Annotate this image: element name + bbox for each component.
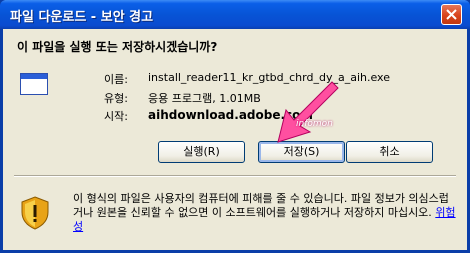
- pointer-arrow-icon: [277, 81, 339, 143]
- file-type-label: 유형:: [104, 92, 128, 105]
- file-name-value: install_reader11_kr_gtbd_chrd_dy_a_aih.e…: [148, 71, 390, 84]
- watermark: infomon: [296, 119, 333, 129]
- close-button[interactable]: [441, 4, 462, 25]
- file-name-label: 이름:: [104, 73, 128, 86]
- title-bar[interactable]: 파일 다운로드 - 보안 경고: [0, 0, 470, 29]
- run-button[interactable]: 실행(R): [158, 141, 245, 163]
- security-warning: 이 형식의 파일은 사용자의 컴퓨터에 피해를 줄 수 있습니다. 파일 정보가…: [73, 192, 457, 234]
- divider: [14, 175, 456, 177]
- application-icon: [20, 73, 48, 95]
- close-icon: [446, 9, 457, 20]
- file-source-label: 시작:: [104, 110, 128, 123]
- security-shield-icon: [21, 196, 49, 230]
- dialog-question: 이 파일을 실행 또는 저장하시겠습니까?: [17, 40, 218, 54]
- window-title: 파일 다운로드 - 보안 경고: [10, 10, 154, 25]
- warning-text: 이 형식의 파일은 사용자의 컴퓨터에 피해를 줄 수 있습니다. 파일 정보가…: [73, 192, 449, 219]
- file-type-value: 응용 프로그램, 1.01MB: [148, 92, 261, 105]
- cancel-button[interactable]: 취소: [346, 141, 433, 163]
